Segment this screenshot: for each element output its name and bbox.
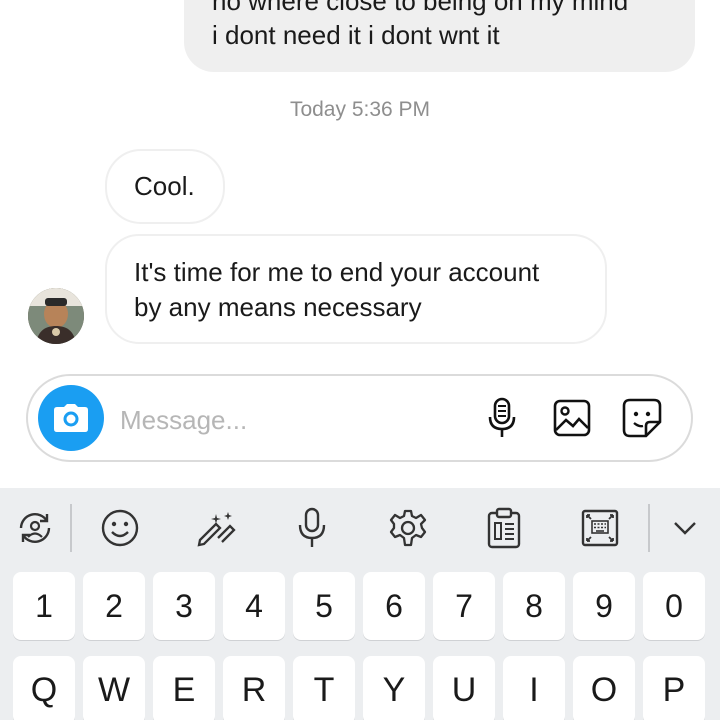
- message-composer: [26, 374, 693, 462]
- avatar-image: [28, 288, 84, 344]
- message-line: i dont need it i dont wnt it: [212, 20, 500, 50]
- key-3[interactable]: 3: [153, 572, 215, 640]
- mic-icon: [488, 397, 516, 437]
- handwriting-button[interactable]: [192, 504, 240, 552]
- toolbar-divider: [648, 504, 650, 552]
- translate-button[interactable]: [11, 504, 59, 552]
- keyboard-mode-button[interactable]: [576, 504, 624, 552]
- camera-icon: [54, 404, 88, 432]
- message-line: no where close to being on my mind: [212, 0, 629, 16]
- key-q[interactable]: Q: [13, 656, 75, 720]
- message-timestamp: Today 5:36 PM: [289, 98, 431, 121]
- clipboard-icon: [487, 507, 521, 549]
- chevron-down-icon: [674, 522, 696, 535]
- key-y[interactable]: Y: [363, 656, 425, 720]
- message-line: Cool.: [134, 171, 195, 201]
- key-p[interactable]: P: [643, 656, 705, 720]
- voice-icon: [298, 507, 326, 547]
- key-4[interactable]: 4: [223, 572, 285, 640]
- key-6[interactable]: 6: [363, 572, 425, 640]
- collapse-keyboard-button[interactable]: [661, 504, 709, 552]
- camera-button[interactable]: [38, 385, 104, 451]
- handwriting-icon: [197, 512, 236, 547]
- key-0[interactable]: 0: [643, 572, 705, 640]
- incoming-message[interactable]: It's time for me to end your account by …: [105, 234, 607, 344]
- voice-input-button[interactable]: [288, 504, 336, 552]
- sender-avatar[interactable]: [28, 288, 84, 344]
- message-line: by any means necessary: [134, 292, 422, 322]
- sticker-button[interactable]: [620, 396, 664, 440]
- gallery-button[interactable]: [550, 396, 594, 440]
- key-o[interactable]: O: [573, 656, 635, 720]
- key-2[interactable]: 2: [83, 572, 145, 640]
- emoji-button[interactable]: [96, 504, 144, 552]
- translate-icon: [19, 513, 51, 543]
- conversation-area: no where close to being on my mind i don…: [0, 0, 720, 488]
- outgoing-message[interactable]: no where close to being on my mind i don…: [184, 0, 695, 72]
- emoji-icon: [101, 509, 139, 547]
- clipboard-button[interactable]: [480, 504, 528, 552]
- mic-button[interactable]: [480, 396, 524, 440]
- key-u[interactable]: U: [433, 656, 495, 720]
- keyboard-mode-icon: [581, 509, 619, 547]
- gallery-icon: [553, 399, 591, 437]
- key-r[interactable]: R: [223, 656, 285, 720]
- message-input[interactable]: [120, 400, 450, 440]
- key-7[interactable]: 7: [433, 572, 495, 640]
- toolbar-divider: [70, 504, 72, 552]
- message-line: It's time for me to end your account: [134, 257, 540, 287]
- incoming-message[interactable]: Cool.: [105, 149, 225, 224]
- key-5[interactable]: 5: [293, 572, 355, 640]
- settings-icon: [389, 509, 427, 547]
- soft-keyboard: 1 2 3 4 5 6 7 8 9 0 Q W E R T Y U I O P: [0, 488, 720, 720]
- keyboard-toolbar: [0, 488, 720, 568]
- key-1[interactable]: 1: [13, 572, 75, 640]
- key-e[interactable]: E: [153, 656, 215, 720]
- settings-button[interactable]: [384, 504, 432, 552]
- key-w[interactable]: W: [83, 656, 145, 720]
- key-9[interactable]: 9: [573, 572, 635, 640]
- key-i[interactable]: I: [503, 656, 565, 720]
- sticker-icon: [622, 398, 662, 438]
- key-8[interactable]: 8: [503, 572, 565, 640]
- key-t[interactable]: T: [293, 656, 355, 720]
